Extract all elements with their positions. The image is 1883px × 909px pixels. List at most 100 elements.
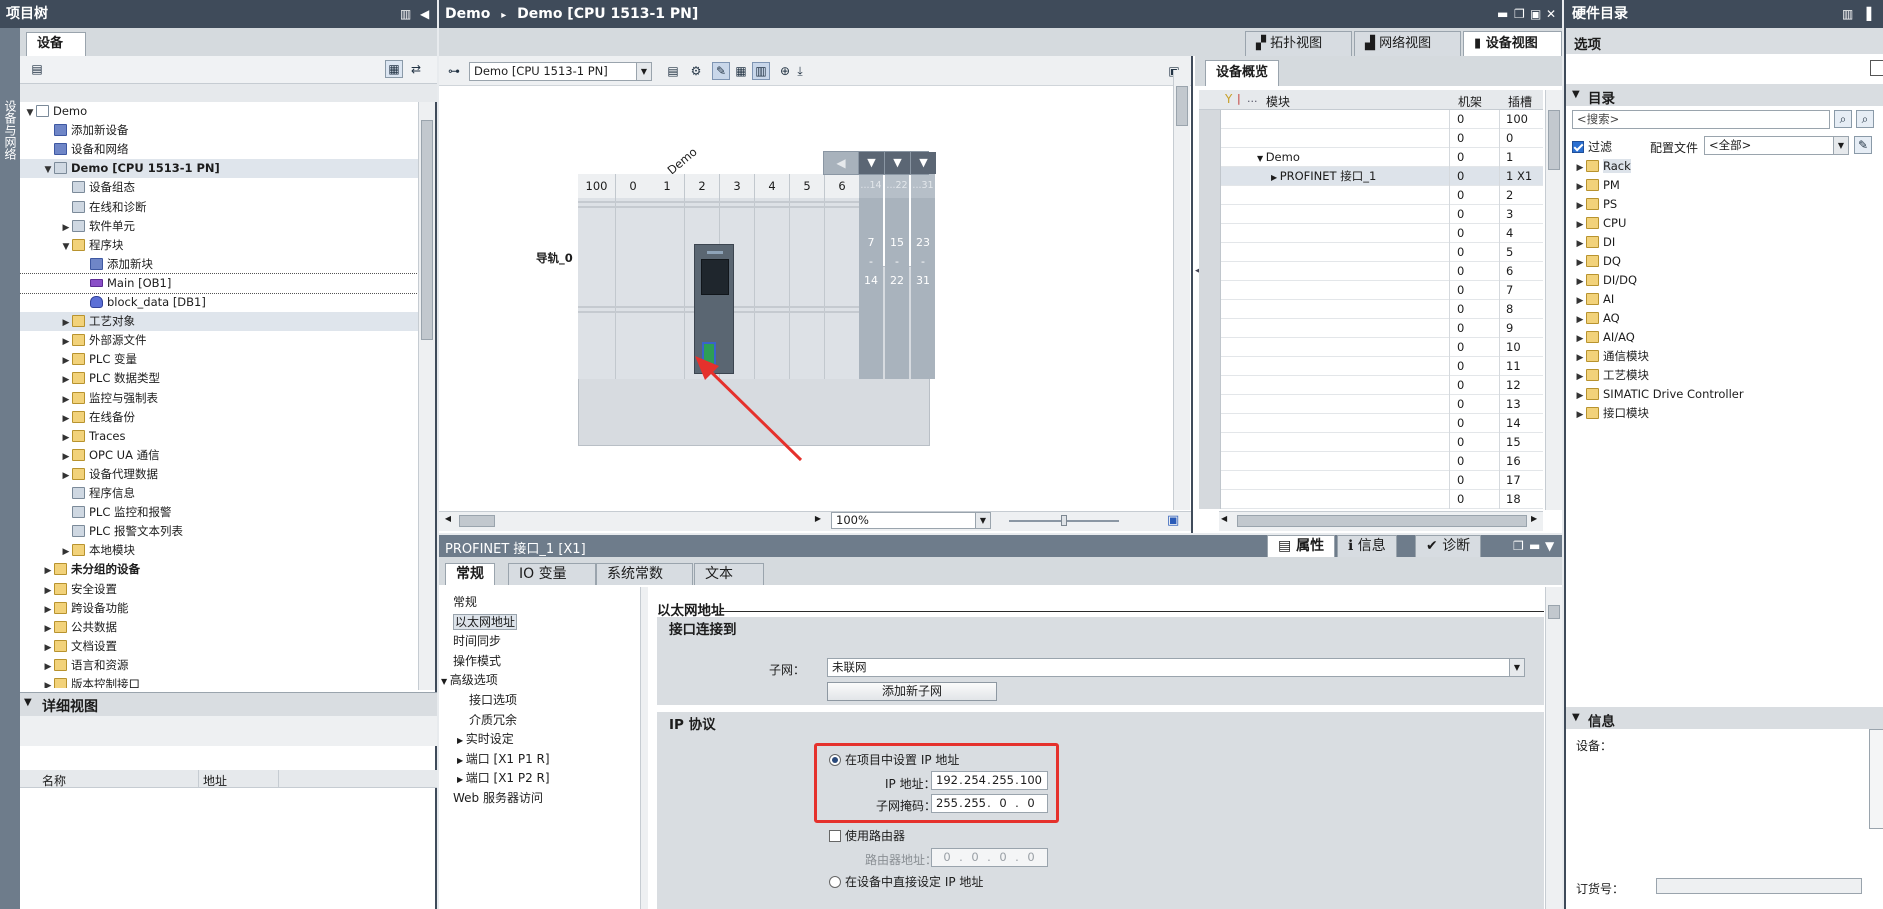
collapsed-arrow-icon[interactable]: ▶ [1574, 216, 1586, 233]
catalog-item[interactable]: ▶ DQ [1566, 252, 1866, 271]
collapse-left-icon[interactable]: ◀ [420, 0, 429, 28]
props-nav-item[interactable]: ▶ 实时设定 [457, 730, 514, 748]
minimize-icon[interactable]: ▬ [1529, 535, 1540, 557]
collapsed-arrow-icon[interactable]: ▶ [60, 467, 72, 484]
overview-col-module[interactable]: 模块 [1266, 93, 1290, 110]
row-header[interactable] [1199, 490, 1221, 509]
tree-item[interactable]: ▶ 工艺对象 [20, 312, 418, 332]
tree-item[interactable]: ▶ 在线备份 [20, 408, 418, 427]
collapsed-arrow-icon[interactable]: ▶ [42, 562, 54, 579]
tree-scrollbar[interactable] [418, 102, 435, 690]
catalog-item[interactable]: ▶ 通信模块 [1566, 347, 1866, 366]
collapsed-arrow-icon[interactable]: ▶ [42, 620, 54, 637]
props-nav-item[interactable]: 接口选项 [469, 691, 517, 709]
table-row[interactable]: 08 [1199, 300, 1543, 319]
scroll-right-icon[interactable]: ▶ [811, 514, 825, 528]
scroll-left-icon[interactable]: ◀ [441, 514, 455, 528]
network-settings-icon[interactable]: ⚙ [687, 62, 705, 80]
expanded-arrow-icon[interactable]: ▼ [60, 238, 72, 255]
rack-slot[interactable] [825, 174, 860, 379]
device-tool-icon[interactable]: ⊶ [445, 62, 463, 80]
table-row[interactable]: 0 16 [1199, 452, 1543, 471]
catalog-item[interactable]: ▶ Rack [1566, 157, 1866, 176]
expand-arrow-icon[interactable]: ▼ [911, 152, 936, 174]
catalog-item[interactable]: ▶ 接口模块 [1566, 404, 1866, 423]
float-icon[interactable]: ❐ [1513, 535, 1524, 557]
props-nav-item[interactable]: ▼ 高级选项 [441, 671, 498, 689]
rack-slot[interactable] [616, 174, 651, 379]
collapsed-arrow-icon[interactable]: ▶ [60, 410, 72, 427]
table-row[interactable]: 03 [1199, 205, 1543, 224]
side-label[interactable]: 设备与网络 [2, 100, 18, 160]
scroll-left-icon[interactable]: ◀ [824, 152, 858, 174]
row-header[interactable] [1199, 319, 1221, 338]
tab-io-tags[interactable]: IO 变量 [508, 563, 596, 585]
view-list-icon[interactable]: ▦ [385, 60, 403, 78]
collapsed-arrow-icon[interactable]: ▶ [457, 736, 466, 745]
row-header[interactable] [1199, 395, 1221, 414]
overview-icon[interactable]: ▣ [1167, 513, 1179, 528]
sync-icon[interactable]: ⇄ [407, 60, 425, 78]
info-collapse-icon[interactable]: ▼ [1572, 712, 1580, 723]
rack-slot[interactable] [578, 174, 616, 379]
tree-item[interactable]: ▼ Demo [CPU 1513-1 PN] [20, 159, 418, 179]
zoom-select[interactable]: 100% ▼ [831, 512, 991, 529]
collapsed-arrow-icon[interactable]: ▶ [60, 543, 72, 560]
collapsed-arrow-icon[interactable]: ▶ [42, 582, 54, 599]
props-nav-scrollbar[interactable] [640, 587, 648, 909]
props-nav-item[interactable]: 操作模式 [453, 652, 501, 670]
collapsed-arrow-icon[interactable]: ▶ [42, 639, 54, 656]
tree-item[interactable]: block_data [DB1] [20, 293, 418, 312]
table-row[interactable]: ▶ PROFINET 接口_1 0 1 X1 [1199, 167, 1543, 186]
tab-device-overview[interactable]: 设备概览 [1205, 60, 1280, 86]
collapsed-arrow-icon[interactable]: ▶ [60, 314, 72, 331]
collapsed-arrow-icon[interactable]: ▶ [1574, 406, 1586, 423]
tree-item[interactable]: ▶ Traces [20, 427, 418, 446]
table-row[interactable]: 0 11 [1199, 357, 1543, 376]
table-row[interactable]: 02 [1199, 186, 1543, 205]
collapsed-arrow-icon[interactable]: ▶ [60, 448, 72, 465]
expanded-arrow-icon[interactable]: ▼ [42, 161, 54, 178]
catalog-item[interactable]: ▶ AQ [1566, 309, 1866, 328]
tree-item[interactable]: ▶ 公共数据 [20, 618, 418, 637]
collapsed-arrow-icon[interactable]: ▶ [1574, 235, 1586, 252]
props-nav-item[interactable]: 介质冗余 [469, 711, 517, 729]
rack-slot[interactable] [650, 174, 685, 379]
add-subnet-button[interactable]: 添加新子网 [827, 682, 997, 701]
collapsed-arrow-icon[interactable]: ▶ [42, 601, 54, 618]
tree-item[interactable]: 添加新块 [20, 255, 418, 274]
catalog-search[interactable]: <搜索> [1572, 110, 1830, 129]
expanded-arrow-icon[interactable]: ▼ [24, 104, 36, 121]
detail-collapse-icon[interactable]: ▼ [24, 697, 32, 708]
expand-right-icon[interactable]: ▐ [1862, 0, 1871, 28]
tree-item[interactable]: ▶ 版本控制接口 [20, 675, 418, 688]
device-select[interactable]: Demo [CPU 1513-1 PN] ▼ [469, 62, 652, 81]
scroll-right-icon[interactable]: ▶ [1531, 514, 1537, 523]
collapsed-arrow-icon[interactable]: ▶ [60, 429, 72, 446]
tree-item[interactable]: ▶ 文档设置 [20, 637, 418, 656]
table-row[interactable]: 0 13 [1199, 395, 1543, 414]
row-header[interactable] [1199, 414, 1221, 433]
grid-icon[interactable]: ▦ [732, 62, 750, 80]
float-icon[interactable]: ▣ [1530, 0, 1541, 28]
restore-icon[interactable]: ❐ [1514, 0, 1525, 28]
overview-col-rack[interactable]: 机架 [1458, 93, 1482, 110]
row-header[interactable] [1199, 129, 1221, 148]
tab-network-view[interactable]: ▟ 网络视图 [1354, 31, 1461, 56]
catalog-item[interactable]: ▶ PS [1566, 195, 1866, 214]
overview-col-slot[interactable]: 插槽 [1508, 93, 1532, 110]
table-row[interactable]: 05 [1199, 243, 1543, 262]
search-icon[interactable]: ⌕ [1834, 110, 1852, 128]
cpu-module[interactable] [694, 244, 734, 374]
draw-icon[interactable]: ✎ [712, 62, 730, 80]
subnet-select[interactable]: 未联网 ▼ [827, 658, 1525, 677]
expand-arrow-icon[interactable]: ▼ [885, 152, 910, 174]
table-icon[interactable]: ▥ [752, 62, 770, 80]
table-row[interactable]: 00 [1199, 129, 1543, 148]
row-header[interactable] [1199, 300, 1221, 319]
download-icon[interactable]: ⤓ [791, 62, 809, 80]
tab-device-view[interactable]: ▮ 设备视图 [1463, 31, 1562, 56]
tree-item[interactable]: ▼ Demo [20, 102, 418, 121]
options-slider-icon[interactable] [1870, 60, 1883, 76]
collapsed-arrow-icon[interactable]: ▶ [1574, 387, 1586, 404]
